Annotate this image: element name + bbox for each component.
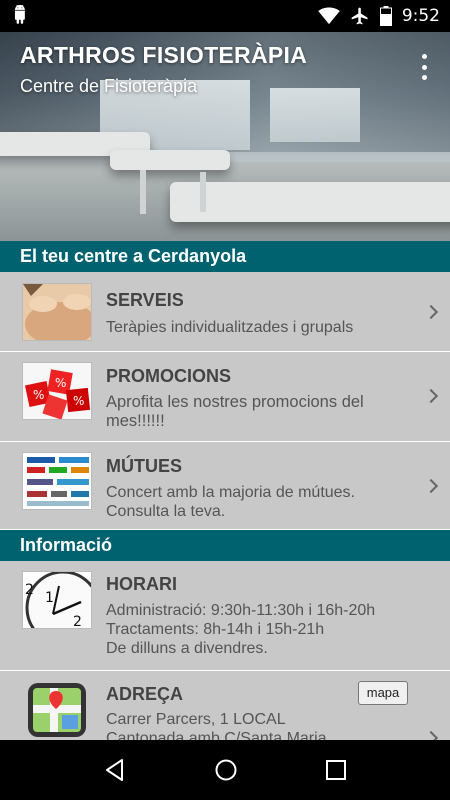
section-title: El teu centre a Cerdanyola <box>20 246 247 266</box>
svg-text:%: % <box>73 394 84 408</box>
app-title: ARTHROS FISIOTERÀPIA <box>20 42 308 68</box>
item-title: MÚTUES <box>106 456 182 476</box>
massage-photo-icon <box>22 283 92 341</box>
svg-text:2: 2 <box>73 614 82 629</box>
list-item-adreca[interactable]: ADREÇA mapa Carrer Parcers, 1 LOCAL Cant… <box>0 671 450 740</box>
schedule-line: De dilluns a divendres. <box>106 640 268 657</box>
item-title: ADREÇA <box>106 684 184 704</box>
recents-icon[interactable] <box>325 759 347 781</box>
treatment-bed <box>110 150 230 170</box>
schedule-text: Administració: 9:30h-11:30h i 16h-20h Tr… <box>106 601 426 658</box>
svg-text:1: 1 <box>45 590 54 606</box>
item-description: Concert amb la majoria de mútues. Consul… <box>106 484 355 520</box>
back-icon[interactable] <box>103 758 127 782</box>
section-header-informacio: Informació <box>0 530 450 561</box>
list-item-serveis[interactable]: SERVEIS Teràpies individualitzades i gru… <box>0 272 450 352</box>
chevron-right-icon <box>423 388 439 404</box>
svg-text:%: % <box>33 388 44 402</box>
item-title: SERVEIS <box>106 290 184 310</box>
svg-text:2: 2 <box>25 582 34 598</box>
map-button[interactable]: mapa <box>358 681 408 705</box>
status-time: 9:52 <box>401 6 440 26</box>
section-header-centre: El teu centre a Cerdanyola <box>0 241 450 272</box>
address-text: Carrer Parcers, 1 LOCAL Cantonada amb C/… <box>106 710 406 740</box>
banner-window <box>270 88 360 142</box>
bed-leg <box>200 172 206 212</box>
bed-leg <box>140 170 146 214</box>
header-banner: ARTHROS FISIOTERÀPIA Centre de Fisioterà… <box>0 32 450 241</box>
list-item-promocions[interactable]: % % % PROMOCIONS Aprofita les nostres pr… <box>0 352 450 442</box>
svg-text:%: % <box>55 376 66 390</box>
android-debug-icon <box>14 5 25 24</box>
insurance-logos-icon <box>22 452 92 510</box>
address-line: Carrer Parcers, 1 LOCAL <box>106 711 286 728</box>
chevron-right-icon <box>423 478 439 494</box>
treatment-bed <box>170 182 450 222</box>
wifi-icon <box>318 7 340 25</box>
map-icon <box>26 681 88 739</box>
status-bar: 9:52 <box>0 0 450 32</box>
services-list: SERVEIS Teràpies individualitzades i gru… <box>0 272 450 530</box>
percent-dice-icon: % % % <box>22 362 92 420</box>
item-description: Teràpies individualitzades i grupals <box>106 319 354 336</box>
schedule-line: Administració: 9:30h-11:30h i 16h-20h <box>106 602 376 619</box>
chevron-right-icon <box>423 304 439 320</box>
list-item-mutues[interactable]: MÚTUES Concert amb la majoria de mútues.… <box>0 442 450 530</box>
navigation-bar <box>0 740 450 800</box>
chevron-right-icon <box>423 730 439 740</box>
clock-icon: 2 1 2 <box>22 571 92 629</box>
app-subtitle: Centre de Fisioteràpia <box>20 76 198 96</box>
overflow-menu-icon[interactable] <box>420 54 428 80</box>
section-title: Informació <box>20 535 113 555</box>
list-item-horari: 2 1 2 HORARI Administració: 9:30h-11:30h… <box>0 561 450 671</box>
home-icon[interactable] <box>214 758 238 782</box>
battery-icon <box>379 6 392 26</box>
information-list: 2 1 2 HORARI Administració: 9:30h-11:30h… <box>0 561 450 740</box>
schedule-line: Tractaments: 8h-14h i 15h-21h <box>106 621 325 638</box>
item-title: PROMOCIONS <box>106 366 232 386</box>
airplane-mode-icon <box>351 7 368 25</box>
address-line: Cantonada amb C/Santa Maria <box>106 730 327 740</box>
item-description: Aprofita les nostres promocions del mes!… <box>106 393 364 430</box>
item-title: HORARI <box>106 574 177 594</box>
